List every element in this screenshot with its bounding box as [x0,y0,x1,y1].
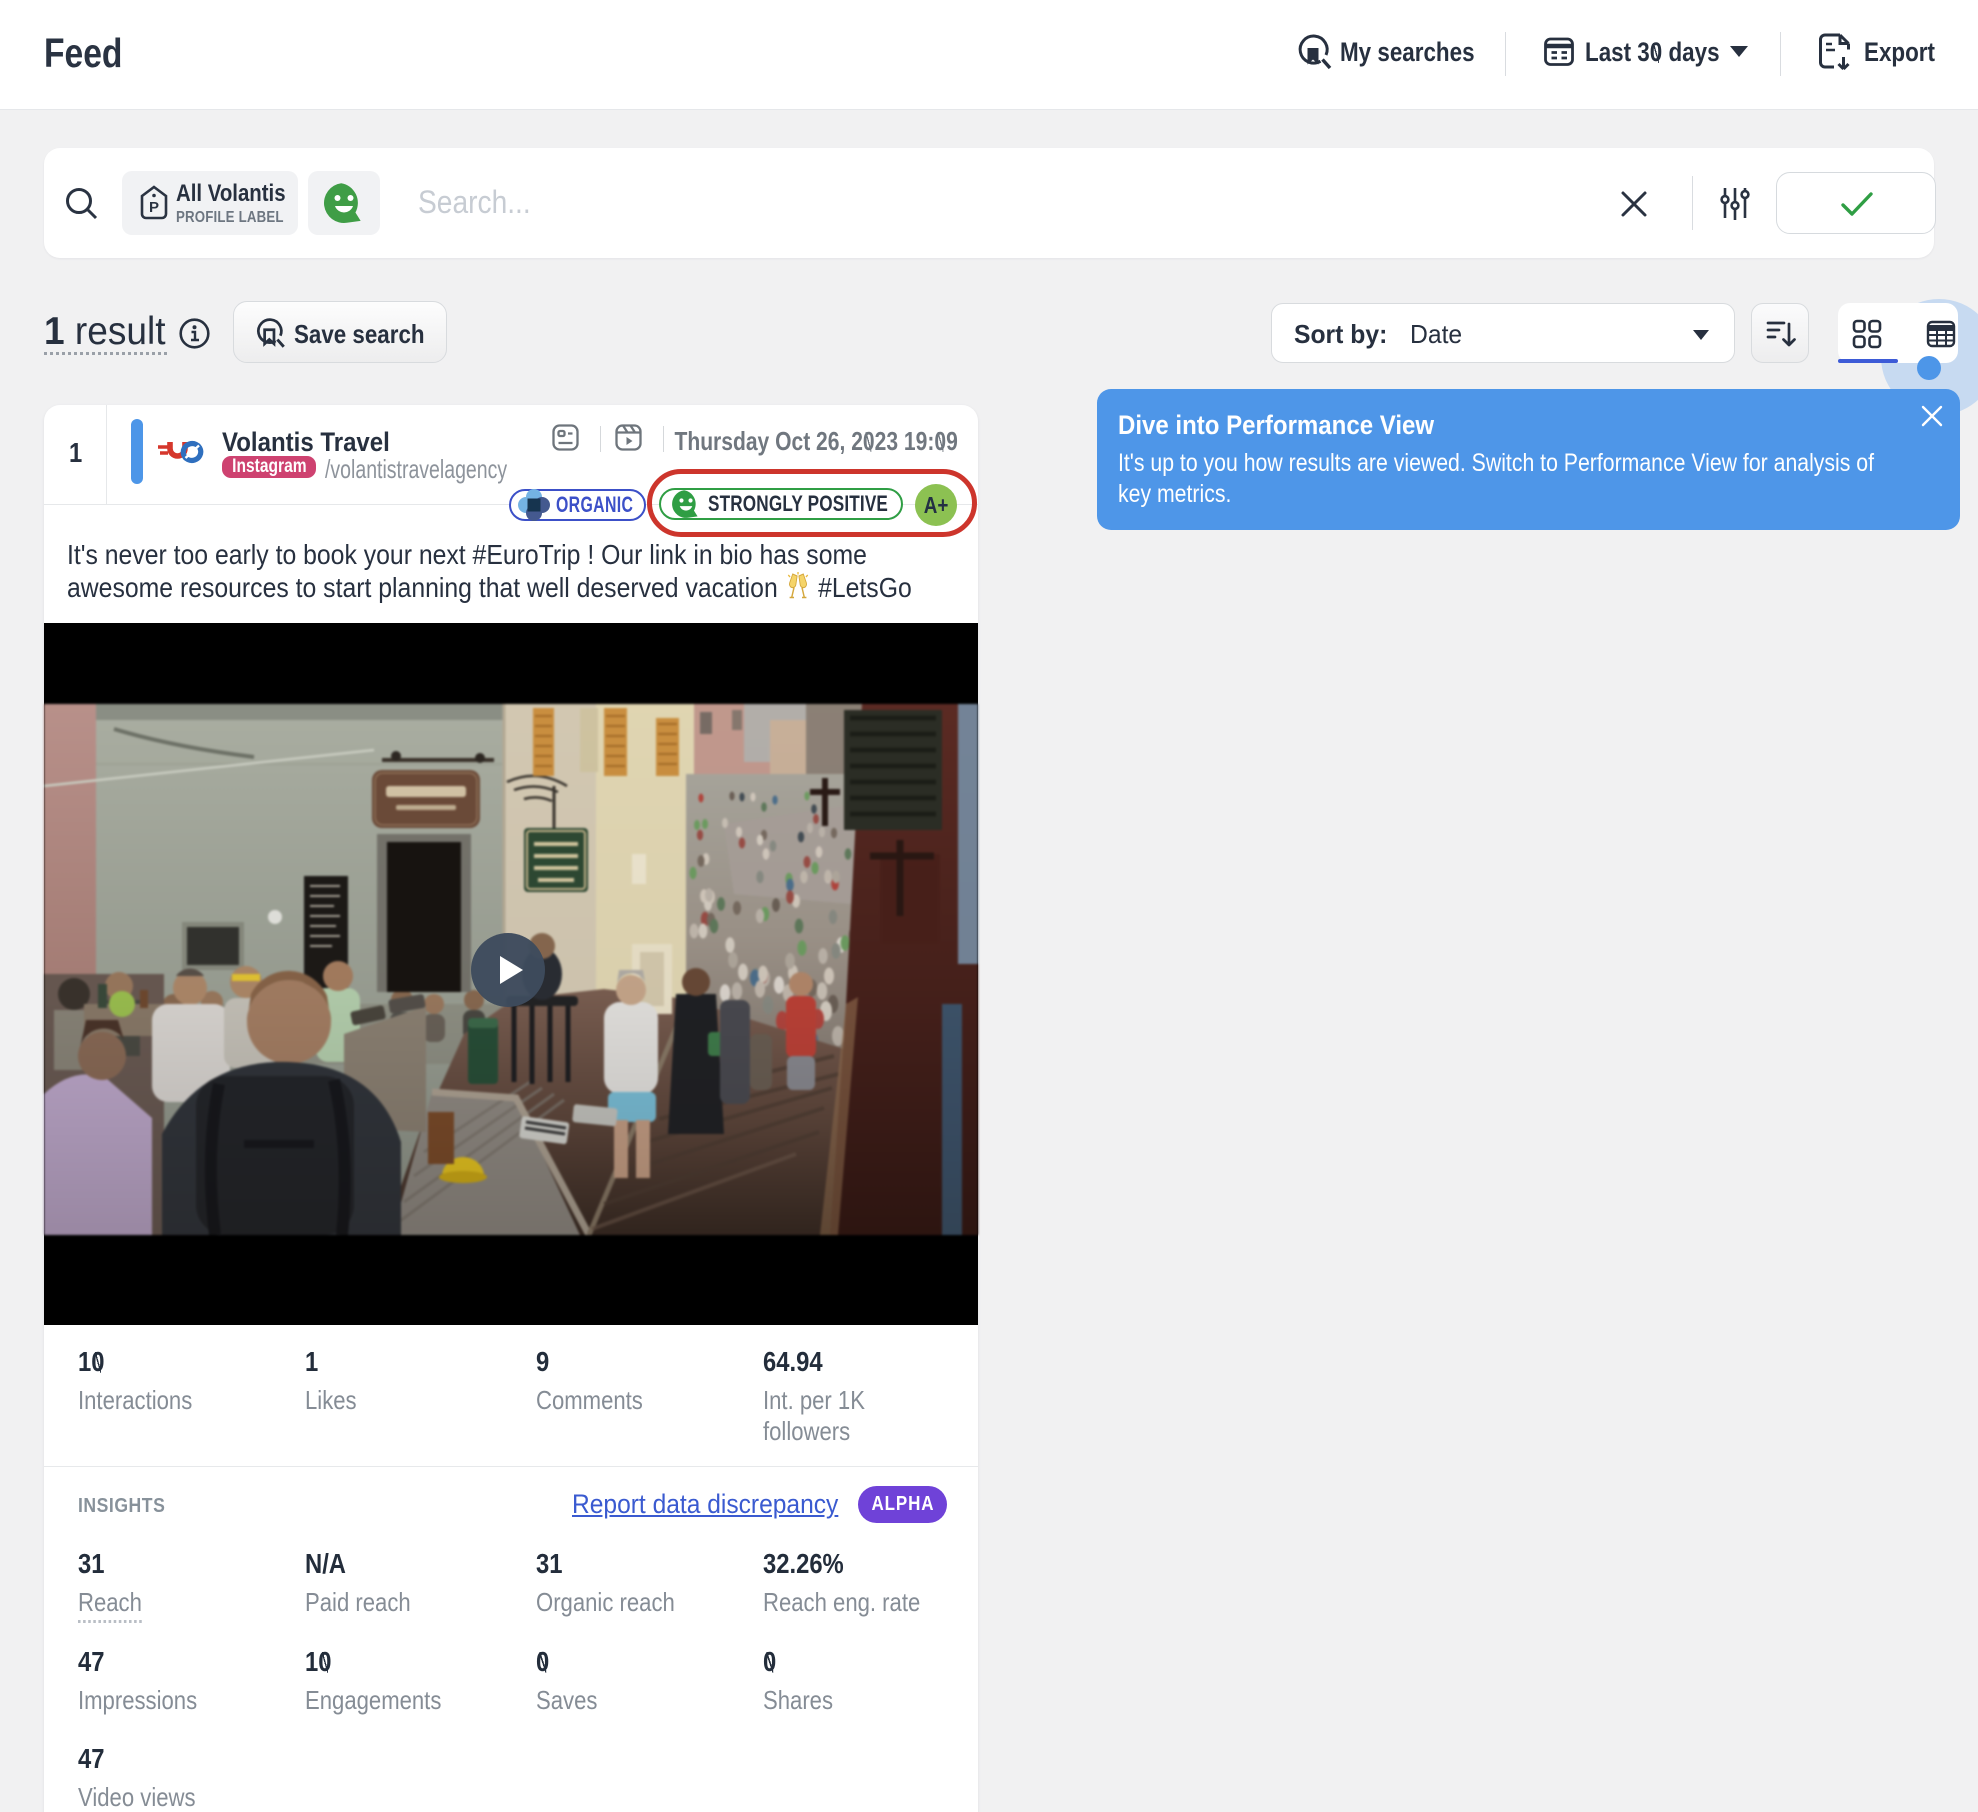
svg-text:P: P [149,199,159,216]
